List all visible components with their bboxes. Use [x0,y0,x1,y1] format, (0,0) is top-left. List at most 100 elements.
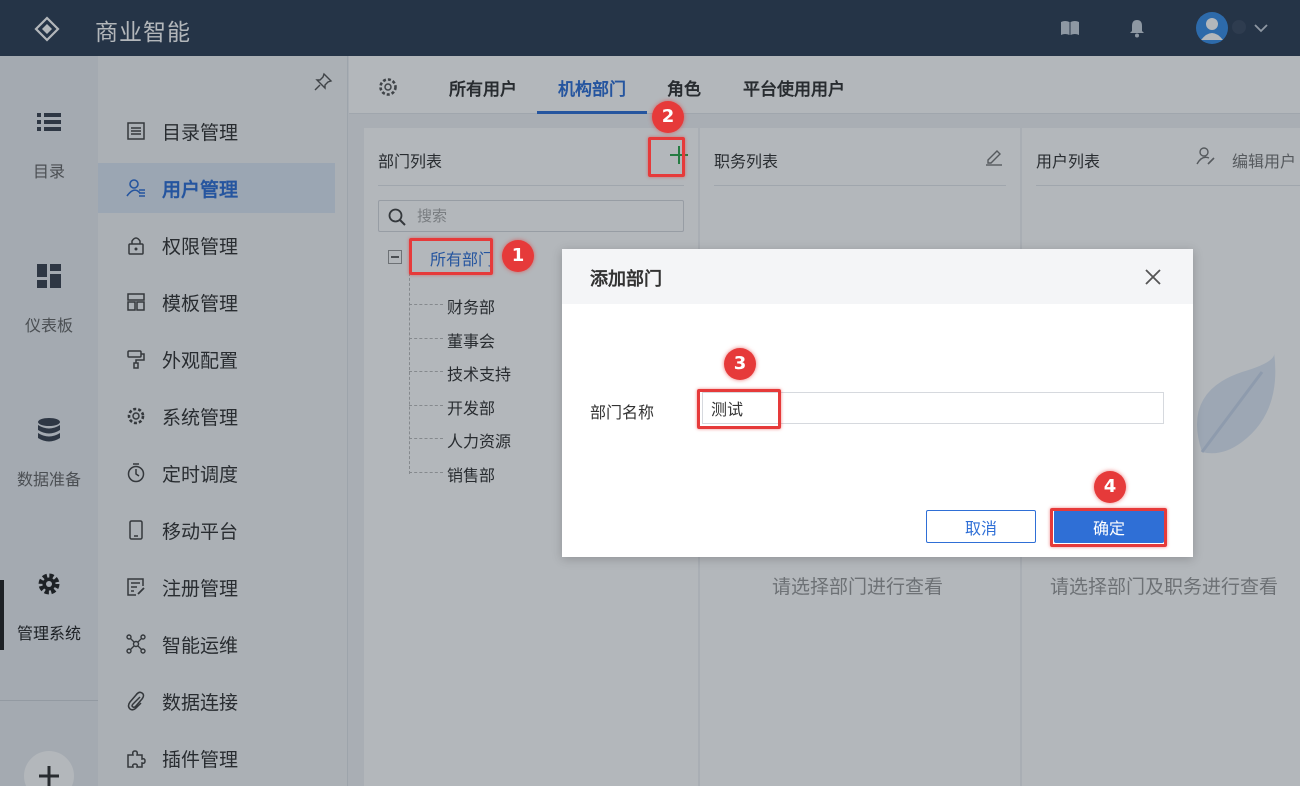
paint-roller-icon [127,350,145,369]
menu-item-permission[interactable]: 权限管理 [98,220,335,270]
tab-roles[interactable]: 角色 [667,75,701,100]
close-icon[interactable] [1143,267,1163,287]
panel-header: 用户列表 编辑用户 [1036,128,1300,186]
tree-node-label: 财务部 [447,298,496,317]
tab-departments[interactable]: 机构部门 [558,75,626,100]
panel-header: 部门列表 [378,128,688,186]
tree-root-all-departments[interactable]: 所有部门 [430,246,494,270]
menu-item-system[interactable]: 系统管理 [98,391,335,441]
paperclip-icon [127,691,145,711]
menu-item-appearance[interactable]: 外观配置 [98,334,335,384]
network-icon [126,634,146,654]
book-icon[interactable] [1059,17,1081,39]
user-name-blurred[interactable] [1232,20,1246,34]
callout-badge: 3 [724,348,756,380]
app-title: 商业智能 [95,20,191,46]
confirm-button[interactable]: 确定 [1054,510,1164,543]
cancel-button[interactable]: 取消 [926,510,1036,543]
panel-title: 用户列表 [1036,152,1101,171]
tab-platform-users[interactable]: 平台使用用户 [743,75,845,100]
leaf-icon [1197,352,1276,454]
rail-active-indicator [0,580,4,650]
menu-item-label: 权限管理 [162,236,239,258]
edit-user-link[interactable]: 编辑用户 [1232,148,1296,172]
rail-label: 数据准备 [16,470,81,489]
panel-header: 职务列表 [714,128,1006,186]
edit-icon[interactable] [984,146,1004,166]
puzzle-icon [127,750,146,768]
menu-item-label: 用户管理 [162,179,239,201]
menu-item-label: 定时调度 [162,464,239,486]
menu-item-data-connection[interactable]: 数据连接 [98,676,335,726]
rail-item-dashboard[interactable]: 仪表板 [0,262,98,336]
gear-icon [38,573,60,595]
tab-all-users[interactable]: 所有用户 [449,75,517,100]
post-empty-message: 请选择部门进行查看 [772,576,944,598]
user-manage-icon [126,179,145,197]
add-button[interactable] [24,751,74,786]
rail-label: 管理系统 [16,624,81,643]
menu-item-label: 系统管理 [162,407,239,429]
bell-icon[interactable] [1126,17,1148,39]
menu-item-label: 智能运维 [162,635,239,657]
menu-item-label: 注册管理 [162,578,239,600]
dialog-header: 添加部门 [562,249,1193,304]
chevron-down-icon[interactable] [1252,19,1270,37]
menu-item-label: 插件管理 [162,749,239,771]
logo-icon[interactable] [34,16,60,42]
menu-item-label: 数据连接 [162,692,239,714]
tree-node-label: 开发部 [447,399,496,418]
rail-item-catalog[interactable]: 目录 [0,108,98,182]
mobile-icon [129,520,143,540]
menu-item-plugins[interactable]: 插件管理 [98,733,335,783]
menu-item-label: 外观配置 [162,350,239,372]
add-department-icon[interactable] [667,143,691,167]
tree-node-label: 技术支持 [447,365,512,384]
rail-label: 仪表板 [24,316,73,335]
menu-item-template[interactable]: 模板管理 [98,277,335,327]
pin-icon[interactable] [313,72,333,92]
catalog-icon [127,122,145,140]
search-icon [388,208,406,226]
timer-icon [127,463,145,483]
tab-bar: 所有用户 机构部门 角色 平台使用用户 [349,56,1300,114]
lock-icon [128,237,144,255]
user-empty-message: 请选择部门及职务进行查看 [1050,576,1279,598]
menu-item-label: 移动平台 [162,521,239,543]
list-icon [37,113,61,131]
settings-icon[interactable] [377,76,399,98]
user-avatar-icon [1201,18,1223,40]
menu-item-label: 目录管理 [162,122,239,144]
menu-item-ops[interactable]: 智能运维 [98,619,335,669]
callout-badge: 2 [652,101,684,133]
left-rail: 目录 仪表板 数据准备 管理系统 [0,56,98,786]
top-bar: 商业智能 [0,0,1300,56]
menu-item-catalog[interactable]: 目录管理 [98,106,335,156]
callout-badge: 4 [1094,471,1126,503]
panel-title: 部门列表 [378,152,443,171]
rail-divider [0,700,98,701]
tree-node-label: 销售部 [447,466,496,485]
menu-item-schedule[interactable]: 定时调度 [98,448,335,498]
dashboard-icon [37,264,61,288]
callout-badge: 1 [502,240,534,272]
menu-item-label: 模板管理 [162,293,239,315]
tree-collapse-toggle[interactable] [388,250,402,264]
menu-item-mobile[interactable]: 移动平台 [98,505,335,555]
avatar[interactable] [1196,12,1228,44]
department-name-input[interactable] [702,392,1164,424]
panel-title: 职务列表 [714,152,779,171]
tree-node-label: 董事会 [447,332,496,351]
rail-item-data-prep[interactable]: 数据准备 [0,416,98,490]
edit-user-icon[interactable] [1196,146,1216,166]
menu-item-user-management[interactable]: 用户管理 [98,163,335,213]
rail-item-admin[interactable]: 管理系统 [0,570,98,644]
register-icon [127,578,145,596]
menu-item-registration[interactable]: 注册管理 [98,562,335,612]
plus-icon [39,766,59,786]
department-search[interactable] [378,200,684,232]
database-icon [38,418,60,442]
admin-submenu: 目录管理 用户管理 权限管理 模板管理 外观配置 系统管理 定时调度 移动平台 … [98,56,348,786]
department-name-label: 部门名称 [590,403,655,422]
search-input[interactable] [417,205,667,227]
